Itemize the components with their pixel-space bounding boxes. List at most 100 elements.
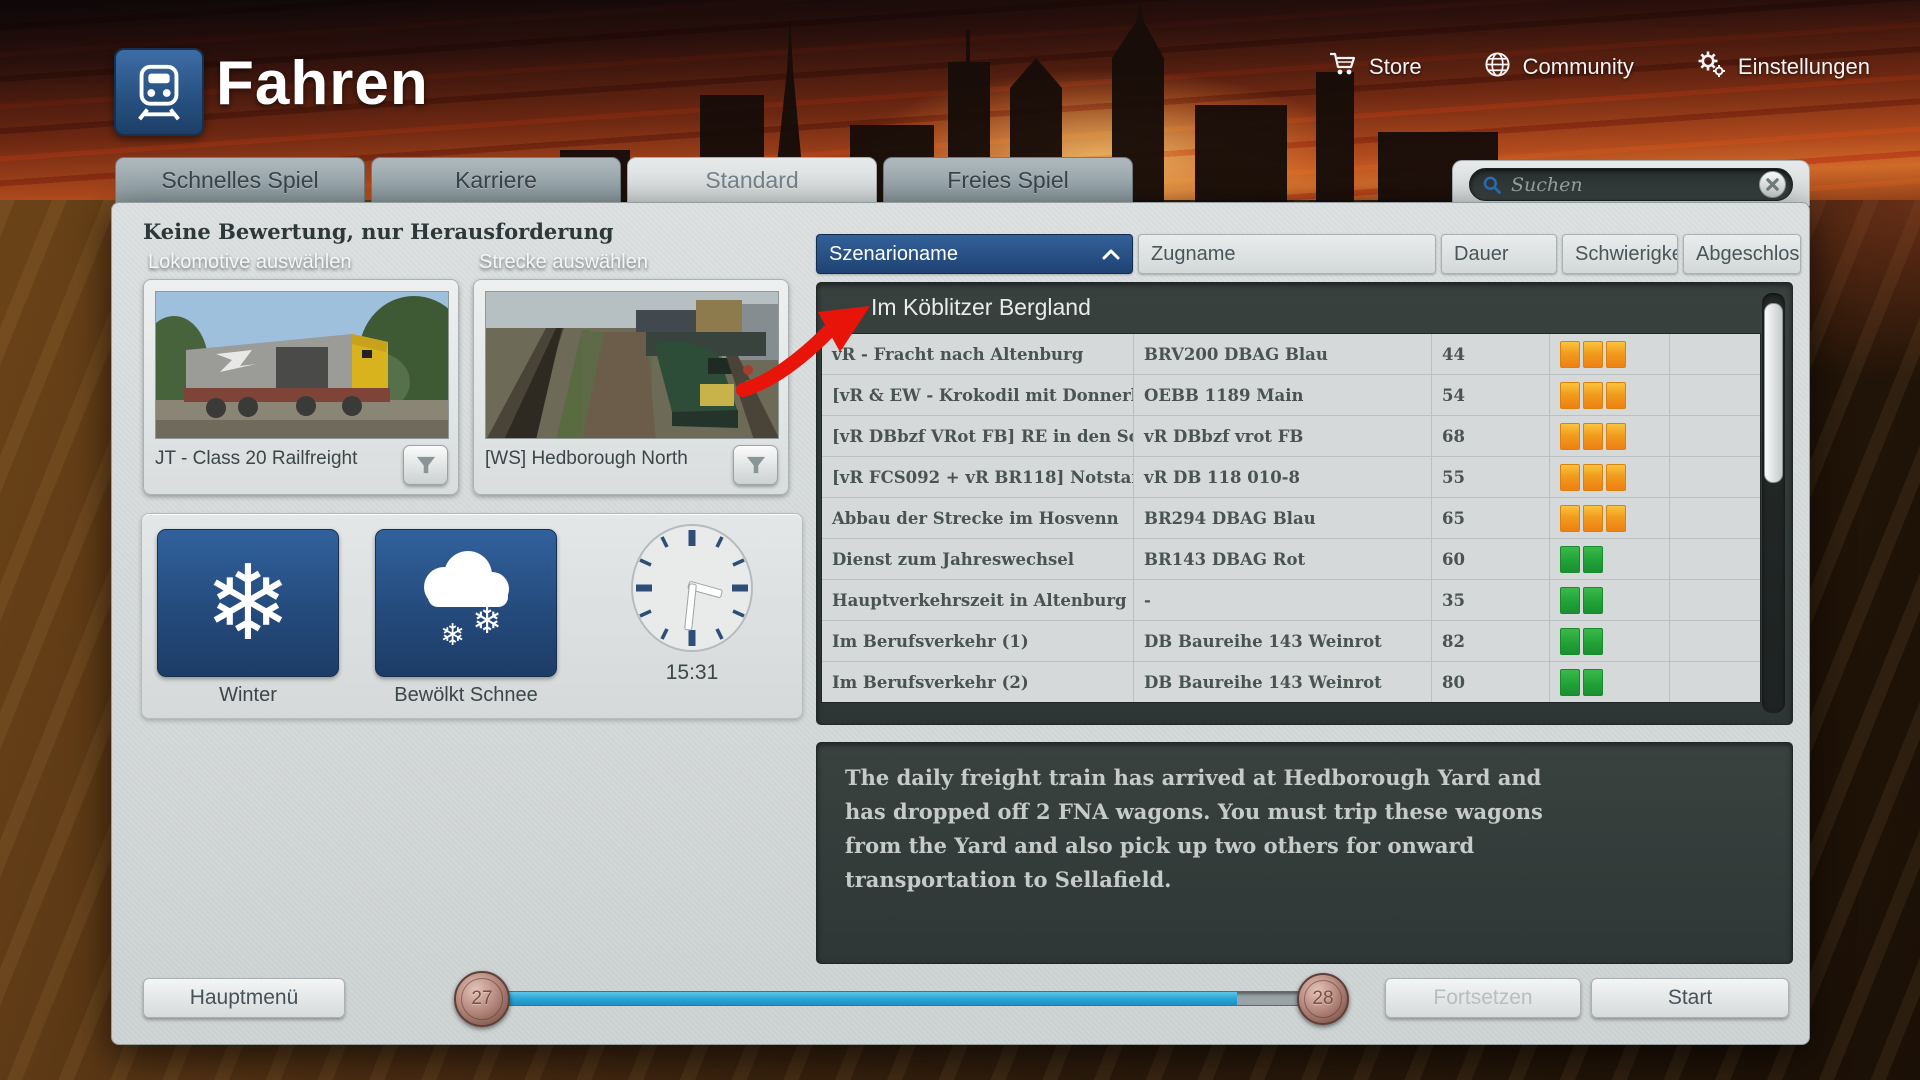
table-row[interactable]: Im Berufsverkehr (1)DB Baureihe 143 Wein… <box>822 621 1760 662</box>
slider-right-number: 28 <box>1312 988 1333 1010</box>
weather-tile-label: Bewölkt Schnee <box>375 684 557 707</box>
column-header-label: Zugname <box>1151 243 1236 266</box>
duration: 60 <box>1432 539 1550 579</box>
locomotive-caption: JT - Class 20 Railfreight <box>155 448 357 470</box>
column-header-label: Abgeschlos <box>1696 243 1799 266</box>
completed <box>1670 498 1760 538</box>
nav-store[interactable]: Store <box>1329 51 1422 83</box>
scrollbar-thumb[interactable] <box>1764 303 1783 483</box>
difficulty-square-orange <box>1606 464 1626 491</box>
table-row[interactable]: vR - Fracht nach AltenburgBRV200 DBAG Bl… <box>822 334 1760 375</box>
route-card[interactable]: [WS] Hedborough North <box>473 279 789 495</box>
slider-left-medallion[interactable]: 27 <box>454 971 510 1027</box>
scenario-name: Dienst zum Jahreswechsel <box>822 539 1134 579</box>
table-row[interactable]: Hauptverkehrszeit in Altenburg-35 <box>822 580 1760 621</box>
tab-karriere[interactable]: Karriere <box>371 157 621 203</box>
difficulty <box>1550 621 1670 661</box>
route-thumbnail <box>485 291 779 439</box>
completed <box>1670 457 1760 497</box>
cart-icon <box>1329 51 1357 83</box>
difficulty-square-orange <box>1606 341 1626 368</box>
route-picker-label: Strecke auswählen <box>479 251 648 274</box>
column-header-label: Dauer <box>1454 243 1508 266</box>
nav-community[interactable]: Community <box>1484 51 1634 84</box>
table-row[interactable]: Abbau der Strecke im HosvennBR294 DBAG B… <box>822 498 1760 539</box>
difficulty-square-orange <box>1606 382 1626 409</box>
search-strip <box>1452 160 1810 206</box>
tab-schnelles-spiel[interactable]: Schnelles Spiel <box>115 157 365 203</box>
svg-text:❄: ❄ <box>472 601 502 642</box>
difficulty-square-orange <box>1583 505 1603 532</box>
scrollbar-track[interactable] <box>1762 293 1785 713</box>
difficulty-square-orange <box>1583 423 1603 450</box>
column-header-szenarioname[interactable]: Szenarioname <box>816 234 1133 274</box>
main-menu-button[interactable]: Hauptmenü <box>143 978 345 1018</box>
train-name: DB Baureihe 143 Weinrot <box>1134 621 1432 661</box>
duration: 68 <box>1432 416 1550 456</box>
scenario-name: Abbau der Strecke im Hosvenn <box>822 498 1134 538</box>
difficulty-square-green <box>1560 669 1580 696</box>
scenario-name: [vR FCS092 + vR BR118] Notstand im Köbli… <box>822 457 1134 497</box>
locomotive-card[interactable]: JT - Class 20 Railfreight <box>143 279 459 495</box>
scenario-name: Im Berufsverkehr (1) <box>822 621 1134 661</box>
continue-button[interactable]: Fortsetzen <box>1385 978 1581 1018</box>
completed <box>1670 580 1760 620</box>
nav-label: Einstellungen <box>1738 54 1870 80</box>
route-filter-button[interactable] <box>733 445 778 485</box>
table-row[interactable]: [vR DBbzf VRot FB] RE in den Sonnenunter… <box>822 416 1760 457</box>
column-header-zugname[interactable]: Zugname <box>1138 234 1436 274</box>
difficulty <box>1550 662 1670 702</box>
difficulty-square-green <box>1560 546 1580 573</box>
difficulty-square-orange <box>1583 341 1603 368</box>
svg-text:❄: ❄ <box>440 618 465 653</box>
time-label: 15:31 <box>597 661 787 685</box>
duration: 82 <box>1432 621 1550 661</box>
cloud-snow-icon: ❄❄ <box>406 545 526 662</box>
search-clear-button[interactable] <box>1759 171 1786 198</box>
column-header-schwierigke[interactable]: Schwierigke <box>1562 234 1678 274</box>
scenario-name: [vR & EW - Krokodil mit Donnerbüchsen] P… <box>822 375 1134 415</box>
time-of-day[interactable]: 15:31 <box>597 522 787 685</box>
scenario-slider-fill <box>457 992 1237 1005</box>
scenario-group-header: Im Köblitzer Bergland <box>871 294 1091 321</box>
duration: 35 <box>1432 580 1550 620</box>
completed <box>1670 621 1760 661</box>
tab-freies-spiel[interactable]: Freies Spiel <box>883 157 1133 203</box>
weather-tile-weather[interactable]: ❄❄ <box>375 529 557 677</box>
difficulty-square-orange <box>1560 505 1580 532</box>
table-row[interactable]: [vR & EW - Krokodil mit Donnerbüchsen] P… <box>822 375 1760 416</box>
search-input[interactable] <box>1511 174 1759 196</box>
difficulty <box>1550 580 1670 620</box>
mode-heading: Keine Bewertung, nur Herausforderung <box>143 219 614 244</box>
weather-tile-season[interactable]: ❄ <box>157 529 339 677</box>
table-row[interactable]: Im Berufsverkehr (2)DB Baureihe 143 Wein… <box>822 662 1760 702</box>
scenario-name: [vR DBbzf VRot FB] RE in den Sonnenunter… <box>822 416 1134 456</box>
completed <box>1670 662 1760 702</box>
slider-right-medallion[interactable]: 28 <box>1297 973 1349 1025</box>
top-nav: Store Community Einstellungen <box>1329 50 1870 84</box>
sort-ascending-chevron-icon <box>1102 243 1120 266</box>
scenario-description: The daily freight train has arrived at H… <box>845 761 1585 897</box>
nav-einstellungen[interactable]: Einstellungen <box>1696 50 1870 84</box>
search-box[interactable] <box>1469 168 1793 201</box>
scenario-slider-track[interactable] <box>456 991 1334 1006</box>
duration: 55 <box>1432 457 1550 497</box>
scenario-rows: vR - Fracht nach AltenburgBRV200 DBAG Bl… <box>821 333 1761 703</box>
column-header-abgeschlos[interactable]: Abgeschlos <box>1683 234 1801 274</box>
scenario-description-box: The daily freight train has arrived at H… <box>816 742 1793 964</box>
loco-filter-button[interactable] <box>403 445 448 485</box>
completed <box>1670 334 1760 374</box>
filter-icon <box>745 455 767 475</box>
train-name: BRV200 DBAG Blau <box>1134 334 1432 374</box>
clock-icon <box>626 522 758 654</box>
difficulty <box>1550 375 1670 415</box>
column-header-dauer[interactable]: Dauer <box>1441 234 1557 274</box>
difficulty-square-orange <box>1606 505 1626 532</box>
table-row[interactable]: Dienst zum JahreswechselBR143 DBAG Rot60 <box>822 539 1760 580</box>
duration: 44 <box>1432 334 1550 374</box>
locomotive-thumbnail <box>155 291 449 439</box>
filter-icon <box>415 455 437 475</box>
table-row[interactable]: [vR FCS092 + vR BR118] Notstand im Köbli… <box>822 457 1760 498</box>
tab-standard[interactable]: Standard <box>627 157 877 203</box>
start-button[interactable]: Start <box>1591 978 1789 1018</box>
